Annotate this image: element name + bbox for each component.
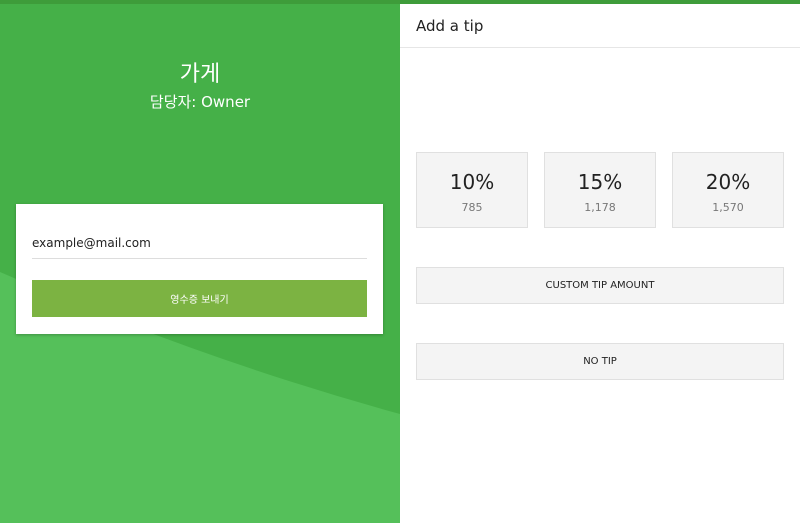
tip-amount: 785 [461, 201, 483, 214]
tip-percent: 20% [705, 170, 751, 194]
tip-amount: 1,178 [584, 201, 616, 214]
tip-panel: Add a tip 10% 785 15% 1,178 20% 1,570 CU… [400, 4, 800, 523]
tip-header: Add a tip [400, 4, 800, 48]
no-tip-button[interactable]: NO TIP [416, 343, 784, 380]
tip-percent: 10% [449, 170, 495, 194]
custom-tip-button[interactable]: CUSTOM TIP AMOUNT [416, 267, 784, 304]
receipt-card: 영수증 보내기 [16, 204, 383, 334]
staff-name: 담당자: Owner [149, 93, 251, 111]
tip-option-15[interactable]: 15% 1,178 [544, 152, 656, 228]
tip-option-20[interactable]: 20% 1,570 [672, 152, 784, 228]
store-name: 가게 [179, 62, 221, 87]
tip-percent: 15% [577, 170, 623, 194]
receipt-panel: 가게 담당자: Owner 영수증 보내기 [0, 4, 400, 523]
tip-option-10[interactable]: 10% 785 [416, 152, 528, 228]
send-receipt-button[interactable]: 영수증 보내기 [32, 280, 367, 317]
tip-title: Add a tip [416, 17, 484, 35]
tip-amount: 1,570 [712, 201, 744, 214]
email-input[interactable] [32, 228, 367, 259]
